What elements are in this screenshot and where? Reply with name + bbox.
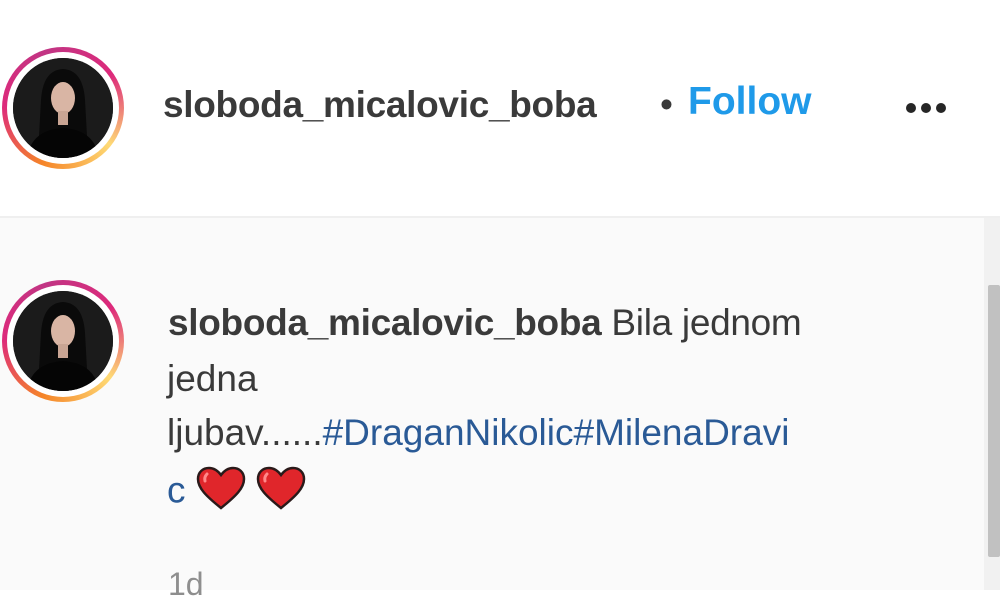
- caption-text-line4: c: [167, 466, 306, 519]
- timestamp[interactable]: 1d: [168, 566, 204, 603]
- caption-text: Bila jednom: [611, 302, 802, 343]
- heart-emoji-icon: [256, 466, 306, 519]
- follow-button[interactable]: Follow: [688, 80, 811, 124]
- more-options-icon[interactable]: [896, 88, 956, 128]
- caption-text-line2: jedna: [167, 358, 258, 399]
- caption-text-line3: ljubav......#DraganNikolic#MilenaDravi: [167, 412, 790, 453]
- hashtag-link[interactable]: #DraganNikolic: [323, 412, 574, 453]
- comments-area: [0, 218, 1000, 590]
- username[interactable]: sloboda_micalovic_boba: [163, 84, 597, 126]
- post-header: sloboda_micalovic_boba • Follow: [0, 0, 1000, 216]
- separator-dot: •: [660, 84, 673, 125]
- hashtag-link[interactable]: #MilenaDravi: [574, 412, 790, 453]
- scrollbar-thumb[interactable]: [988, 285, 1000, 557]
- caption-username[interactable]: sloboda_micalovic_boba Bila jednom: [168, 302, 802, 344]
- heart-emoji-icon: [196, 466, 246, 519]
- caption-avatar[interactable]: [2, 280, 124, 402]
- avatar[interactable]: [2, 47, 124, 169]
- profile-photo: [13, 58, 113, 158]
- profile-photo: [13, 291, 113, 391]
- hashtag-link[interactable]: c: [167, 469, 186, 510]
